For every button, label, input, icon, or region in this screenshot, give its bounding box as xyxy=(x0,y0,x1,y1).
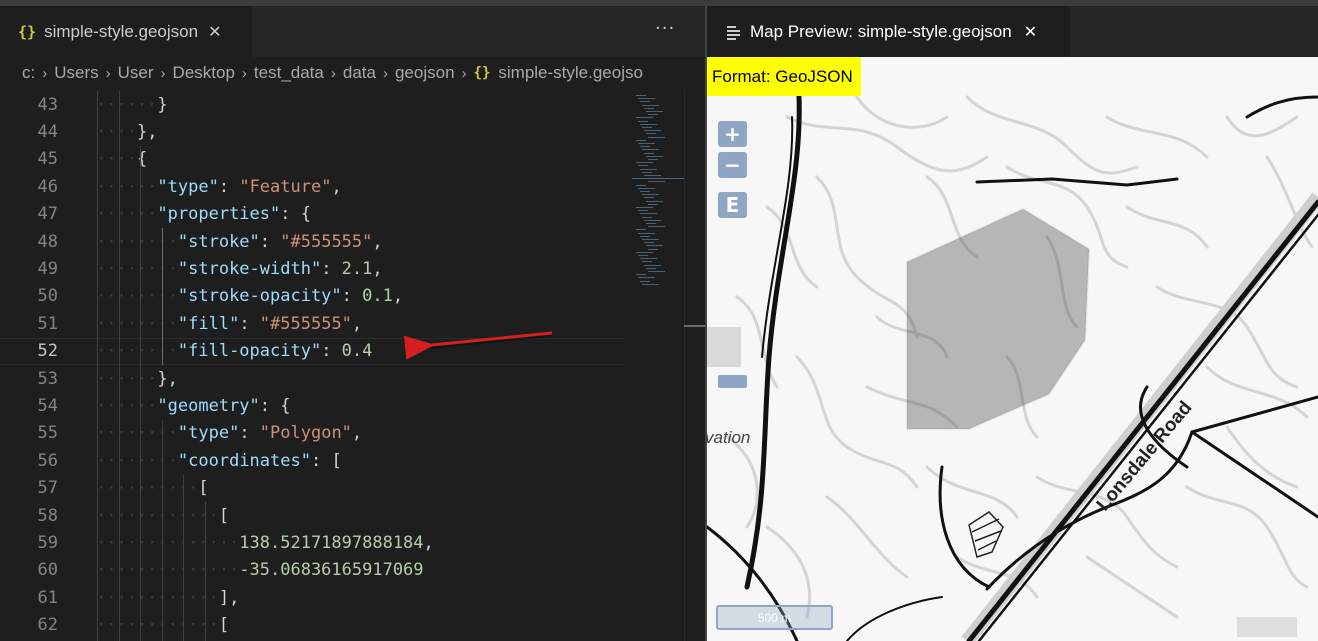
preview-tab-bar: Map Preview: simple-style.geojson ✕ xyxy=(707,6,1318,57)
map-view[interactable]: Lonsdale Road vation Format: GeoJSON + −… xyxy=(707,57,1318,641)
preview-pane: Map Preview: simple-style.geojson ✕ Lons… xyxy=(707,6,1318,641)
zoom-in-button[interactable]: + xyxy=(718,121,747,147)
close-icon[interactable]: ✕ xyxy=(1024,22,1037,41)
format-badge: Format: GeoJSON xyxy=(707,57,861,96)
zoom-out-button[interactable]: − xyxy=(718,152,747,178)
tab-map-preview[interactable]: Map Preview: simple-style.geojson ✕ xyxy=(707,6,1070,57)
editor-pane: {} simple-style.geojson ✕ ··· c: › Users › U… xyxy=(0,6,705,641)
tab-label: Map Preview: simple-style.geojson xyxy=(750,21,1012,41)
map-basemap: Lonsdale Road vation xyxy=(707,94,1318,641)
preview-lines-icon xyxy=(727,25,740,40)
layer-switcher-button[interactable] xyxy=(718,375,747,388)
geojson-polygon xyxy=(905,207,1091,431)
annotation-arrow xyxy=(403,331,553,360)
map-place-label: vation xyxy=(707,428,750,447)
zoom-extent-button[interactable]: E xyxy=(718,192,747,218)
scale-bar: 500 m xyxy=(716,605,833,630)
